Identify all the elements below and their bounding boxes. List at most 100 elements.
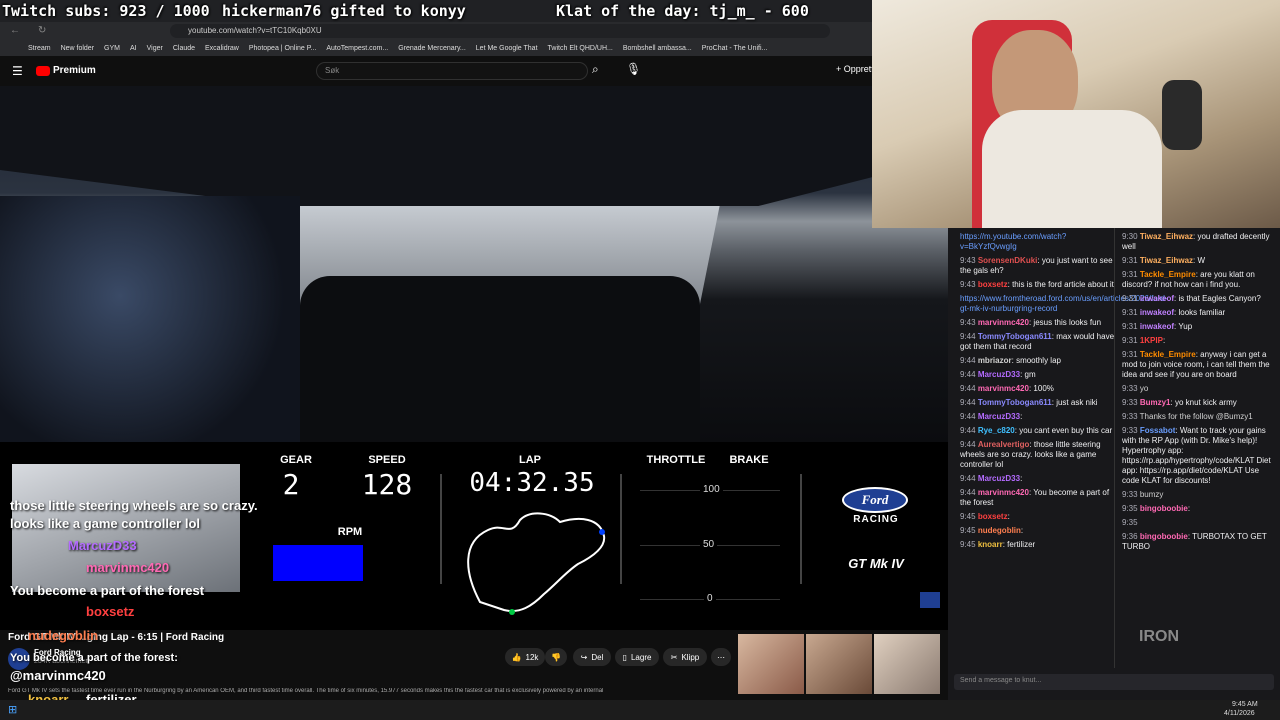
related-thumbnail[interactable] (806, 634, 872, 694)
dislike-button[interactable]: 👎 (545, 648, 567, 666)
clock-date[interactable]: 4/11/2026 (1224, 710, 1255, 717)
mic-icon[interactable]: 🎙 (626, 62, 641, 76)
youtube-logo-icon[interactable] (36, 66, 50, 76)
chat-timestamp: 9:33 (1122, 490, 1138, 499)
chat-text: jesus this looks fun (1033, 318, 1102, 327)
chat-username[interactable]: 1KPIP (1140, 336, 1163, 345)
like-button[interactable]: 👍 12k (505, 648, 545, 666)
speed-label: SPEED (368, 454, 406, 466)
divider (800, 474, 802, 584)
bookmark-item[interactable]: AutoTempest.com... (326, 45, 388, 52)
klat-of-day: Klat of the day: tj_m_ - 600 (556, 2, 809, 20)
youtube-logo-text[interactable]: Premium (53, 65, 96, 76)
bookmark-item[interactable]: New folder (61, 45, 94, 52)
chat-message: 9:31 Tiwaz_Eihwaz: W (1122, 256, 1206, 265)
chat-username[interactable]: boxsetz (978, 512, 1008, 521)
search-icon[interactable]: ⌕ (592, 62, 599, 77)
chat-username[interactable]: MarcuzD33 (978, 474, 1020, 483)
bookmark-item[interactable]: Bombshell ambassa... (623, 45, 692, 52)
chat-timestamp: 9:31 (1122, 308, 1138, 317)
chat-username[interactable]: Aurealvertigo (978, 440, 1030, 449)
bookmark-item[interactable]: Stream (28, 45, 51, 52)
chat-username[interactable]: knoarr (978, 540, 1003, 549)
chat-username[interactable]: Tiwaz_Eihwaz (1140, 232, 1193, 241)
chat-timestamp: 9:44 (960, 398, 976, 407)
bookmark-item[interactable]: Photopea | Online P... (249, 45, 316, 52)
menu-icon[interactable]: ☰ (12, 64, 23, 78)
browser-address-bar[interactable]: ← ↻ youtube.com/watch?v=tTC10Kqb0XU (0, 22, 872, 40)
chat-username[interactable]: SorensenDKuki (978, 256, 1038, 265)
video-info: Ford GT Mk IV ...ging Lap - 6:15 | Ford … (0, 630, 948, 700)
chat-text: https://m.youtube.com/watch?v=BkYzfQvwgI… (960, 232, 1067, 251)
chat-username[interactable]: mbriazor (978, 356, 1012, 365)
start-icon[interactable]: ⊞ (8, 703, 17, 716)
chat-username[interactable]: nudegoblin (978, 526, 1021, 535)
bookmark-item[interactable]: AI (130, 45, 137, 52)
chat-username[interactable]: marvinmc420 (978, 488, 1029, 497)
related-thumbnail[interactable] (874, 634, 940, 694)
chat-timestamp: 9:44 (960, 332, 976, 341)
clip-button[interactable]: ✂ Klipp (663, 648, 707, 666)
url-field[interactable]: youtube.com/watch?v=tTC10Kqb0XU (170, 24, 830, 38)
chat-timestamp: 9:45 (960, 526, 976, 535)
chat-username[interactable]: TommyTobogan611 (978, 332, 1052, 341)
chat-username[interactable]: Bumzy1 (1140, 398, 1171, 407)
chat-text: is that Eagles Canyon? (1178, 294, 1261, 303)
chat-timestamp: 9:44 (960, 488, 976, 497)
search-input[interactable]: Søk (316, 62, 588, 80)
bookmark-item[interactable]: Grenade Mercenary... (398, 45, 466, 52)
save-label: Lagre (630, 652, 652, 662)
bookmark-item[interactable]: Claude (173, 45, 195, 52)
share-button[interactable]: ↪ Del (573, 648, 611, 666)
chat-text: W (1197, 256, 1206, 265)
chat-username[interactable]: bingoboobie (1140, 532, 1188, 541)
chat-username[interactable]: Rye_c820 (978, 426, 1015, 435)
chat-timestamp: 9:44 (960, 412, 976, 421)
more-button[interactable]: ⋯ (711, 648, 731, 666)
share-label: Del (591, 652, 604, 662)
create-button[interactable]: + Opprett (836, 64, 874, 74)
chat-input[interactable]: Send a message to knut... (954, 674, 1274, 690)
throttle-tick-0: 0 (704, 593, 716, 604)
bookmark-item[interactable]: Excalidraw (205, 45, 239, 52)
share-icon: ↪ (580, 652, 588, 662)
bookmark-item[interactable]: GYM (104, 45, 120, 52)
chat-username[interactable]: inwakeof (1140, 322, 1174, 331)
chat-username[interactable]: Tackle_Empire (1140, 270, 1196, 279)
rpm-bar (273, 545, 363, 581)
chat-username[interactable]: marvinmc420 (978, 384, 1029, 393)
bookmark-item[interactable]: ProChat - The Unifi... (702, 45, 768, 52)
back-arrow-icon[interactable]: ← (10, 25, 20, 36)
chat-text: 100% (1033, 384, 1054, 393)
bookmark-item[interactable]: Viger (147, 45, 163, 52)
chat-message: 9:31 inwakeof: looks familiar (1122, 308, 1226, 317)
chat-username[interactable]: MarcuzD33 (978, 370, 1020, 379)
chat-username[interactable]: inwakeof (1140, 308, 1174, 317)
chat-username[interactable]: Fossabot (1140, 426, 1176, 435)
chat-timestamp: 9:33 (1122, 384, 1138, 393)
chat-username[interactable]: inwakeof (1140, 294, 1174, 303)
chat-username[interactable]: MarcuzD33 (978, 412, 1020, 421)
bookmark-item[interactable]: Let Me Google That (476, 45, 538, 52)
chat-timestamp: 9:36 (1122, 532, 1138, 541)
related-thumbnail[interactable] (738, 634, 804, 694)
chat-username[interactable]: Tackle_Empire (1140, 350, 1196, 359)
chat-timestamp: 9:31 (1122, 322, 1138, 331)
chat-timestamp: 9:33 (1122, 398, 1138, 407)
bookmark-item[interactable]: Twitch Elt QHD/UH... (548, 45, 613, 52)
chat-timestamp: 9:31 (1122, 256, 1138, 265)
save-button[interactable]: ▯ Lagre (615, 648, 659, 666)
chat-username[interactable]: bingoboobie (1140, 504, 1188, 513)
clock-time[interactable]: 9:45 AM (1232, 701, 1258, 708)
chat-divider (1114, 228, 1115, 668)
video-player[interactable] (0, 86, 948, 442)
chat-message: 9:43 boxsetz: this is the ford article a… (960, 280, 1114, 289)
chat-timestamp: 9:44 (960, 474, 976, 483)
chat-message: 9:44 MarcuzD33: (960, 412, 1023, 421)
reload-icon[interactable]: ↻ (38, 25, 46, 36)
chat-username[interactable]: boxsetz (978, 280, 1008, 289)
chat-username[interactable]: TommyTobogan611 (978, 398, 1052, 407)
chat-username[interactable]: Tiwaz_Eihwaz (1140, 256, 1193, 265)
chat-username[interactable]: marvinmc420 (978, 318, 1029, 327)
chat-message: 9:45 knoarr: fertilizer (960, 540, 1036, 549)
